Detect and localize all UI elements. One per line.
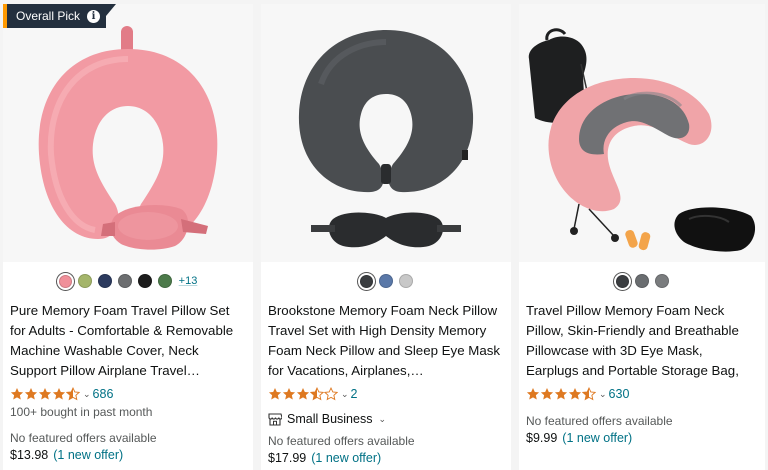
star-full-icon <box>10 388 24 400</box>
product-image-dark-pillow[interactable] <box>261 4 511 262</box>
price-line: $17.99 (1 new offer) <box>268 451 381 465</box>
star-full-icon <box>52 388 66 400</box>
color-swatches: +13 <box>3 274 253 288</box>
chevron-down-icon[interactable]: ⌄ <box>599 389 607 400</box>
product-image-pink-gray-pillow[interactable] <box>519 4 765 262</box>
more-colors-link[interactable]: +13 <box>179 275 198 287</box>
star-rating <box>10 387 80 401</box>
star-full-icon <box>268 388 282 400</box>
product-title-link[interactable]: Brookstone Memory Foam Neck Pillow Trave… <box>268 301 504 381</box>
chevron-down-icon[interactable]: ⌄ <box>378 414 386 425</box>
swatch-black[interactable] <box>137 274 152 288</box>
swatch-charcoal[interactable] <box>359 274 373 288</box>
info-icon[interactable]: i <box>87 9 101 23</box>
price: $9.99 <box>526 431 558 445</box>
star-rating <box>526 387 596 401</box>
small-business-badge[interactable]: Small Business ⌄ <box>268 412 386 426</box>
product-card: Brookstone Memory Foam Neck Pillow Trave… <box>261 4 511 470</box>
rating-count-link[interactable]: 2 <box>351 387 358 401</box>
color-swatches <box>519 274 765 288</box>
color-swatches <box>261 274 511 288</box>
swatch-blue[interactable] <box>378 274 393 288</box>
swatch-dark-green[interactable] <box>157 274 172 288</box>
badge-tail <box>106 4 117 28</box>
star-half-icon <box>582 387 596 401</box>
rating-row[interactable]: ⌄ 686 <box>10 386 113 402</box>
star-half-icon <box>66 387 80 401</box>
star-full-icon <box>526 388 540 400</box>
overall-pick-badge[interactable]: Overall Pick i <box>3 4 117 28</box>
product-card: Overall Pick i +13 Pure Memory Foam Trav… <box>3 4 253 470</box>
star-empty-icon <box>324 387 338 401</box>
star-full-icon <box>554 388 568 400</box>
star-full-icon <box>568 388 582 400</box>
swatch-navy[interactable] <box>97 274 112 288</box>
no-offers-text: No featured offers available <box>526 414 673 428</box>
star-full-icon <box>540 388 554 400</box>
product-title-link[interactable]: Pure Memory Foam Travel Pillow Set for A… <box>10 301 246 381</box>
small-business-label: Small Business <box>287 412 373 426</box>
star-half-icon <box>310 387 324 401</box>
swatch-gray[interactable] <box>117 274 132 288</box>
product-title-link[interactable]: Travel Pillow Memory Foam Neck Pillow, S… <box>526 301 758 381</box>
rating-count-link[interactable]: 630 <box>609 387 630 401</box>
star-full-icon <box>24 388 38 400</box>
swatch-green[interactable] <box>77 274 92 288</box>
star-full-icon <box>38 388 52 400</box>
chevron-down-icon[interactable]: ⌄ <box>83 389 91 400</box>
price: $13.98 <box>10 448 49 462</box>
bought-past-month: 100+ bought in past month <box>10 405 153 419</box>
product-card: Travel Pillow Memory Foam Neck Pillow, S… <box>519 4 765 470</box>
no-offers-text: No featured offers available <box>10 431 157 445</box>
swatch-pink[interactable] <box>58 274 72 288</box>
swatch-light-gray[interactable] <box>398 274 413 288</box>
product-grid: Overall Pick i +13 Pure Memory Foam Trav… <box>0 0 768 470</box>
new-offer-link[interactable]: (1 new offer) <box>562 431 632 445</box>
new-offer-link[interactable]: (1 new offer) <box>311 451 381 465</box>
no-offers-text: No featured offers available <box>268 434 415 448</box>
swatch-gray[interactable] <box>634 274 649 288</box>
price-line: $13.98 (1 new offer) <box>10 448 123 462</box>
star-rating <box>268 387 338 401</box>
new-offer-link[interactable]: (1 new offer) <box>53 448 123 462</box>
price-line: $9.99 (1 new offer) <box>526 431 632 445</box>
small-business-icon <box>268 412 282 426</box>
badge-label: Overall Pick <box>16 9 81 23</box>
star-full-icon <box>282 388 296 400</box>
price: $17.99 <box>268 451 307 465</box>
rating-row[interactable]: ⌄ 2 <box>268 386 358 402</box>
chevron-down-icon[interactable]: ⌄ <box>341 389 349 400</box>
swatch-dark-gray[interactable] <box>654 274 669 288</box>
swatch-charcoal[interactable] <box>615 274 629 288</box>
star-full-icon <box>296 388 310 400</box>
rating-row[interactable]: ⌄ 630 <box>526 386 629 402</box>
product-image-pink-pillow[interactable] <box>3 4 253 262</box>
rating-count-link[interactable]: 686 <box>93 387 114 401</box>
